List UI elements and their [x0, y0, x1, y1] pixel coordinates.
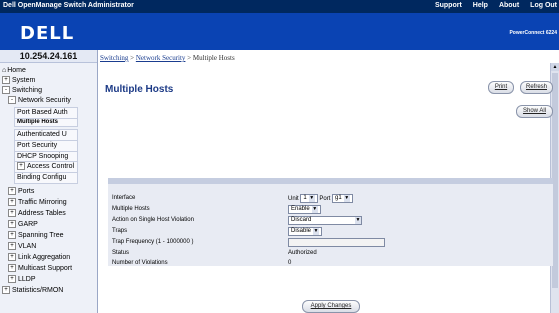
sidebar-item-label: Ports	[18, 188, 35, 195]
sidebar-item-label: Port Based Auth	[17, 109, 68, 116]
sidebar-item-network-security[interactable]: - Network Security	[8, 96, 71, 106]
sidebar-item-label: Switching	[12, 87, 42, 94]
about-link[interactable]: About	[499, 2, 519, 9]
sidebar-item-label: System	[12, 77, 36, 84]
breadcrumb-current: Multiple Hosts	[192, 54, 235, 62]
refresh-button[interactable]: Refresh	[520, 81, 553, 94]
status-row: Status Authorized	[112, 250, 317, 256]
expand-icon[interactable]: +	[17, 162, 25, 171]
sidebar-item-label: Multicast Support	[18, 265, 73, 272]
sidebar-item-statistics-rmon[interactable]: + Statistics/RMON	[2, 286, 63, 296]
expand-icon[interactable]: +	[2, 286, 10, 295]
sidebar-item-multiple-hosts[interactable]: Multiple Hosts	[14, 118, 78, 127]
expand-icon[interactable]: +	[8, 220, 16, 229]
sidebar-item-label: Authenticated U	[17, 131, 67, 138]
traps-row: Traps Disable ▼	[108, 227, 553, 236]
violation-action-select[interactable]: Discard ▼	[288, 216, 362, 225]
show-all-button[interactable]: Show All	[516, 105, 553, 118]
app-title: Dell OpenManage Switch Administrator	[3, 2, 134, 9]
apply-changes-button[interactable]: Apply Changes	[302, 300, 360, 313]
interface-value: Unit 1 ▼ Port g1 ▼	[288, 194, 353, 204]
breadcrumb: Switching > Network Security > Multiple …	[100, 54, 235, 62]
sidebar-item-link-aggregation[interactable]: + Link Aggregation	[8, 253, 70, 263]
print-button[interactable]: Print	[488, 81, 514, 94]
trap-frequency-row: Trap Frequency (1 - 1000000 )	[108, 238, 553, 247]
collapse-icon[interactable]: -	[2, 86, 10, 95]
unit-select[interactable]: 1 ▼	[300, 194, 318, 203]
violations-row: Number of Violations 0	[112, 260, 292, 266]
sidebar-item-traffic-mirroring[interactable]: + Traffic Mirroring	[8, 198, 67, 208]
page-title: Multiple Hosts	[105, 84, 174, 95]
sidebar-item-label: Access Control	[27, 163, 75, 170]
sidebar-item-lldp[interactable]: + LLDP	[8, 275, 36, 285]
interface-label: Interface	[112, 195, 136, 201]
breadcrumb-network-security[interactable]: Network Security	[136, 54, 186, 62]
status-value: Authorized	[288, 250, 317, 256]
multiple-hosts-row: Multiple Hosts Enable ▼	[108, 205, 553, 214]
sidebar-item-label: VLAN	[18, 243, 37, 250]
violation-action-row: Action on Single Host Violation Discard ▼	[112, 216, 362, 225]
sidebar-item-label: Network Security	[18, 97, 71, 104]
sidebar-item-label: Statistics/RMON	[12, 287, 64, 294]
violations-value: 0	[288, 260, 292, 266]
nav-tree: ⌂Home + System - Switching - Network Security P…	[0, 63, 97, 313]
sidebar-item-ports[interactable]: + Ports	[8, 187, 34, 197]
sidebar-item-label: Binding Configu	[17, 174, 67, 181]
port-select[interactable]: g1 ▼	[332, 194, 353, 203]
interface-row: Interface Unit 1 ▼ Port g1 ▼	[108, 194, 553, 203]
trap-frequency-input[interactable]	[288, 238, 385, 247]
switch-ip: 10.254.24.161	[0, 50, 97, 63]
top-bar: Dell OpenManage Switch Administrator Sup…	[0, 0, 559, 13]
chevron-down-icon: ▼	[308, 195, 315, 202]
logout-link[interactable]: Log Out	[530, 2, 557, 9]
sidebar-item-label: Address Tables	[18, 210, 66, 217]
expand-icon[interactable]: +	[8, 275, 16, 284]
sidebar-item-label: GARP	[18, 221, 38, 228]
sidebar-item-label: LLDP	[18, 276, 36, 283]
traps-select[interactable]: Disable ▼	[288, 227, 323, 236]
sidebar-item-switching[interactable]: - Switching	[2, 86, 42, 96]
expand-icon[interactable]: +	[8, 209, 16, 218]
sidebar-item-label: Port Security	[17, 142, 58, 149]
sidebar-item-label: DHCP Snooping	[17, 153, 69, 160]
product-name: PowerConnect 6224	[509, 30, 557, 36]
expand-icon[interactable]: +	[8, 242, 16, 251]
collapse-icon[interactable]: -	[8, 96, 16, 105]
settings-form: Interface Unit 1 ▼ Port g1 ▼ Multiple Host…	[108, 178, 553, 266]
sidebar-item-label: Link Aggregation	[18, 254, 71, 261]
sidebar-item-label: Home	[7, 67, 26, 74]
sidebar-item-label: Multiple Hosts	[17, 119, 59, 125]
expand-icon[interactable]: +	[2, 76, 10, 85]
support-link[interactable]: Support	[435, 2, 462, 9]
sidebar-item-label: Spanning Tree	[18, 232, 64, 239]
sidebar-item-multicast-support[interactable]: + Multicast Support	[8, 264, 72, 274]
expand-icon[interactable]: +	[8, 198, 16, 207]
chevron-down-icon: ▼	[343, 195, 350, 202]
top-links: Support Help About Log Out	[435, 2, 559, 9]
main-content: Switching > Network Security > Multiple …	[98, 50, 559, 313]
help-link[interactable]: Help	[473, 2, 488, 9]
home-icon: ⌂	[2, 67, 7, 74]
header-banner: DELL PowerConnect 6224	[0, 13, 559, 50]
sidebar-item-vlan[interactable]: + VLAN	[8, 242, 36, 252]
sidebar-item-address-tables[interactable]: + Address Tables	[8, 209, 66, 219]
expand-icon[interactable]: +	[8, 253, 16, 262]
breadcrumb-switching[interactable]: Switching	[100, 54, 128, 62]
multiple-hosts-select[interactable]: Enable ▼	[288, 205, 321, 214]
chevron-down-icon: ▼	[313, 228, 320, 235]
expand-icon[interactable]: +	[8, 231, 16, 240]
expand-icon[interactable]: +	[8, 264, 16, 273]
chevron-down-icon: ▼	[355, 217, 361, 224]
sidebar-item-garp[interactable]: + GARP	[8, 220, 38, 230]
sidebar-item-label: Traffic Mirroring	[18, 199, 67, 206]
sidebar-item-system[interactable]: + System	[2, 76, 35, 86]
dell-logo: DELL	[20, 23, 75, 44]
sidebar: 10.254.24.161 ⌂Home + System - Switching - Net…	[0, 50, 98, 313]
sidebar-item-spanning-tree[interactable]: + Spanning Tree	[8, 231, 64, 241]
sidebar-item-binding-configu[interactable]: Binding Configu	[14, 172, 78, 184]
expand-icon[interactable]: +	[8, 187, 16, 196]
chevron-down-icon: ▼	[311, 206, 318, 213]
sidebar-item-home[interactable]: ⌂Home	[2, 66, 26, 76]
